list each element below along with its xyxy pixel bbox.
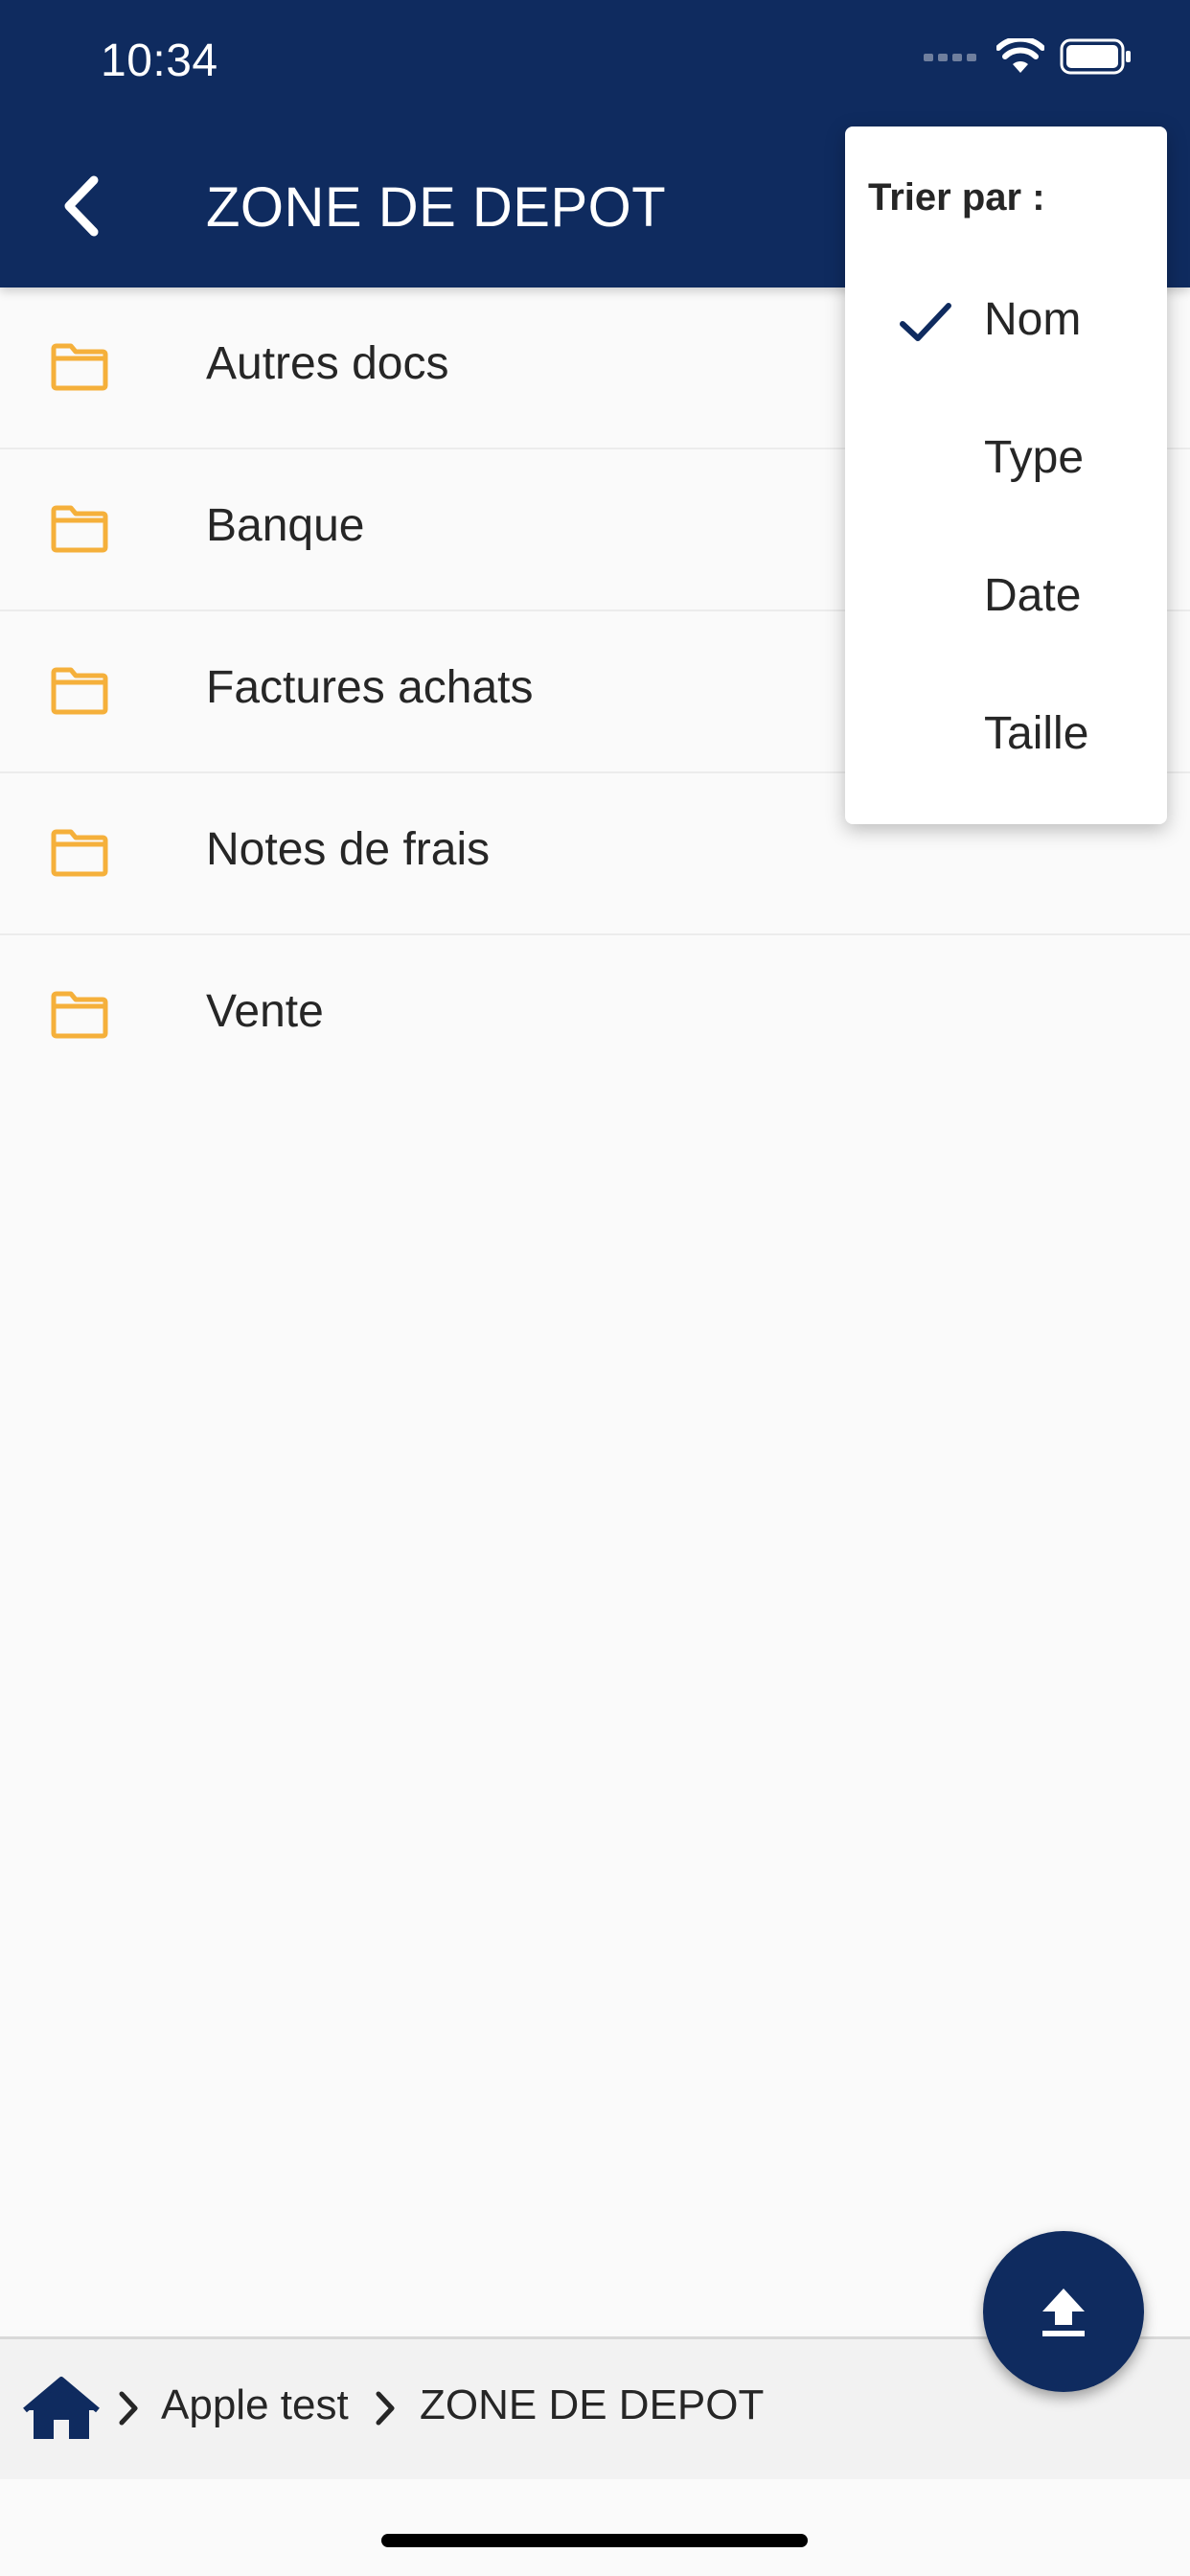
sort-option-label: Date (984, 570, 1082, 621)
folder-icon (51, 667, 108, 715)
sort-menu: Trier par : Nom Type Date Taille (845, 126, 1167, 824)
cellular-signal-icon (924, 54, 976, 61)
home-icon[interactable] (21, 2376, 102, 2443)
breadcrumb-item[interactable]: ZONE DE DEPOT (420, 2381, 764, 2429)
sort-option-label: Nom (984, 294, 1082, 345)
folder-icon (51, 829, 108, 877)
upload-button[interactable] (983, 2231, 1144, 2392)
battery-icon (1060, 38, 1131, 75)
upload-icon (1042, 2288, 1085, 2336)
chevron-right-icon (119, 2391, 138, 2426)
chevron-right-icon (376, 2391, 395, 2426)
folder-icon (51, 991, 108, 1039)
page-title: ZONE DE DEPOT (206, 176, 667, 239)
chevron-left-icon[interactable] (57, 172, 105, 240)
sort-option-label: Type (984, 432, 1085, 483)
wifi-icon (996, 38, 1044, 73)
folder-label: Banque (206, 500, 365, 551)
check-icon (900, 303, 951, 341)
status-time: 10:34 (101, 35, 218, 86)
folder-label: Notes de frais (206, 824, 491, 875)
folder-item[interactable]: Vente (0, 935, 1190, 1095)
home-indicator[interactable] (381, 2534, 808, 2547)
status-indicators (924, 38, 1133, 75)
folder-icon (51, 505, 108, 553)
sort-option-nom[interactable]: Nom (845, 261, 1167, 376)
sort-option-taille[interactable]: Taille (845, 675, 1167, 790)
sort-menu-title: Trier par : (868, 176, 1045, 218)
folder-label: Vente (206, 986, 324, 1037)
sort-option-date[interactable]: Date (845, 537, 1167, 652)
sort-option-label: Taille (984, 708, 1089, 759)
folder-label: Factures achats (206, 662, 534, 713)
sort-option-type[interactable]: Type (845, 399, 1167, 514)
folder-icon (51, 343, 108, 391)
breadcrumb-item[interactable]: Apple test (161, 2381, 349, 2429)
folder-label: Autres docs (206, 338, 449, 389)
